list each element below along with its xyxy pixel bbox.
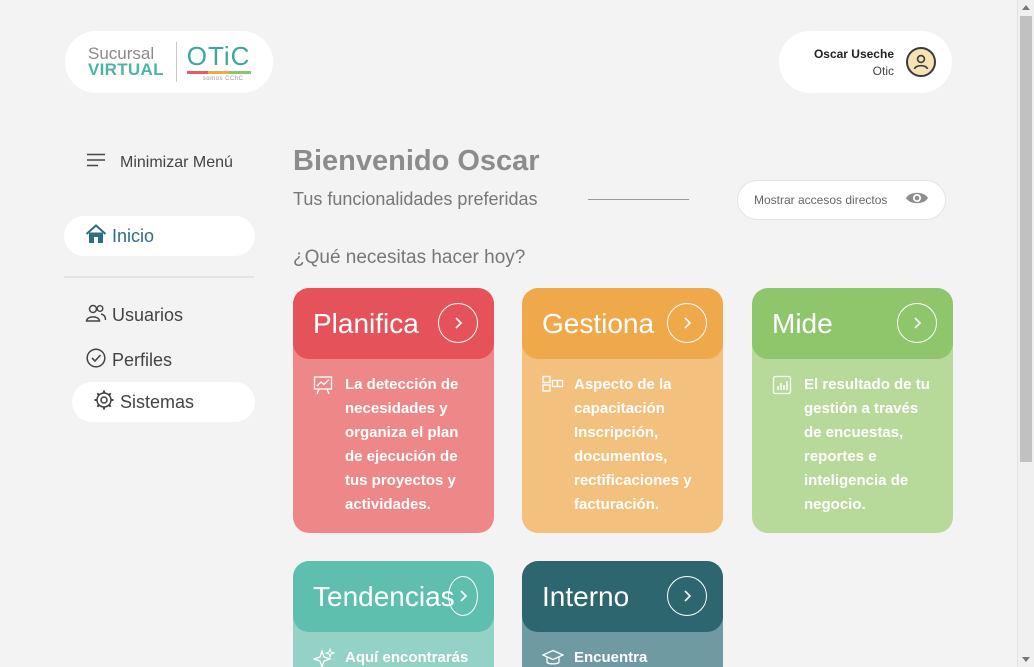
logo[interactable]: Sucursal VIRTUAL OTiC somos CChC (65, 31, 273, 93)
card-mide[interactable]: Mide El resultado de tu gestión a través… (752, 288, 953, 533)
card-header: Interno (522, 561, 723, 632)
graduation-cap-icon (541, 648, 565, 667)
sidebar-item-label: Inicio (112, 225, 155, 246)
user-circle-icon[interactable] (906, 47, 936, 77)
card-description: El resultado de tu gestión a través de e… (804, 376, 930, 513)
logo-color-bar (186, 70, 251, 74)
scroll-up-arrow[interactable] (1022, 5, 1030, 10)
card-title: Interno (542, 580, 630, 612)
logo-brand: OTiC (186, 40, 251, 71)
card-description: Encuentra (574, 649, 648, 666)
page-title: Bienvenido Oscar (293, 145, 540, 177)
sidebar-item-usuarios[interactable]: Usuarios (85, 303, 183, 328)
chevron-right-icon[interactable] (897, 303, 937, 343)
scroll-down-arrow[interactable] (1022, 657, 1030, 662)
eye-icon[interactable] (905, 190, 929, 211)
minimize-menu-label: Minimizar Menú (120, 153, 233, 171)
chevron-right-icon[interactable] (667, 576, 707, 616)
card-body: El resultado de tu gestión a través de e… (752, 359, 953, 517)
chevron-right-icon[interactable] (667, 303, 707, 343)
card-header: Tendencias (293, 561, 494, 632)
card-title: Tendencias (313, 580, 455, 612)
card-title: Gestiona (542, 307, 655, 339)
card-body: La detección de necesidades y organiza e… (293, 359, 494, 517)
card-title: Mide (772, 307, 833, 339)
logo-tagline: somos CChC (202, 75, 244, 82)
card-body: Aquí encontrarás (293, 632, 494, 667)
sidebar-item-label: Perfiles (112, 350, 173, 370)
user-menu[interactable]: Oscar Useche Otic (779, 31, 952, 93)
sparkle-icon (311, 647, 336, 667)
bar-chart-icon (772, 375, 794, 517)
card-interno[interactable]: Interno Encuentra (522, 561, 723, 667)
sidebar-item-label: Sistemas (120, 391, 195, 412)
show-shortcuts-toggle[interactable]: Mostrar accesos directos (737, 180, 946, 220)
scrollbar-thumb[interactable] (1020, 16, 1032, 462)
page-subtitle: Tus funcionalidades preferidas (293, 189, 538, 209)
card-description: Aspecto de la capacitación Inscripción, … (574, 376, 692, 513)
minimize-menu-button[interactable]: Minimizar Menú (86, 153, 233, 172)
card-tendencias[interactable]: Tendencias Aquí encontrarás (293, 561, 494, 667)
card-header: Gestiona (522, 288, 723, 359)
hamburger-icon (86, 153, 106, 172)
sidebar-item-perfiles[interactable]: Perfiles (85, 347, 172, 374)
logo-line2: VIRTUAL (88, 60, 164, 79)
sidebar-item-label: Usuarios (112, 305, 184, 325)
logo-otic: OTiC somos CChC (186, 40, 251, 82)
card-description: La detección de necesidades y organiza e… (345, 376, 459, 513)
card-gestiona[interactable]: Gestiona Aspecto de la capacitación Insc… (522, 288, 723, 533)
logo-divider (175, 42, 177, 82)
subtitle-divider (588, 199, 689, 200)
users-icon (85, 303, 107, 328)
user-info: Oscar Useche Otic (814, 47, 894, 78)
chart-board-icon (313, 375, 335, 517)
sidebar-divider (64, 276, 254, 278)
card-header: Planifica (293, 288, 494, 359)
check-circle-icon (85, 347, 107, 374)
sidebar-item-sistemas[interactable]: Sistemas (72, 382, 255, 422)
chevron-right-icon[interactable] (448, 576, 478, 616)
card-body: Encuentra (522, 632, 723, 667)
home-icon (85, 223, 107, 249)
card-title: Planifica (313, 307, 419, 339)
blocks-icon (542, 375, 564, 517)
show-shortcuts-label: Mostrar accesos directos (754, 193, 888, 207)
chevron-right-icon[interactable] (438, 303, 478, 343)
card-description: Aquí encontrarás (345, 649, 469, 666)
card-planifica[interactable]: Planifica La detección de necesidades y … (293, 288, 494, 533)
sidebar-item-inicio[interactable]: Inicio (64, 216, 255, 256)
logo-sucursal: Sucursal VIRTUAL (88, 45, 164, 79)
scrollbar[interactable] (1017, 0, 1034, 667)
card-header: Mide (752, 288, 953, 359)
user-name: Oscar Useche (813, 46, 894, 61)
question-heading: ¿Qué necesitas hacer hoy? (293, 247, 526, 268)
gear-icon (93, 389, 115, 416)
card-body: Aspecto de la capacitación Inscripción, … (522, 359, 723, 517)
user-org: Otic (872, 63, 894, 78)
